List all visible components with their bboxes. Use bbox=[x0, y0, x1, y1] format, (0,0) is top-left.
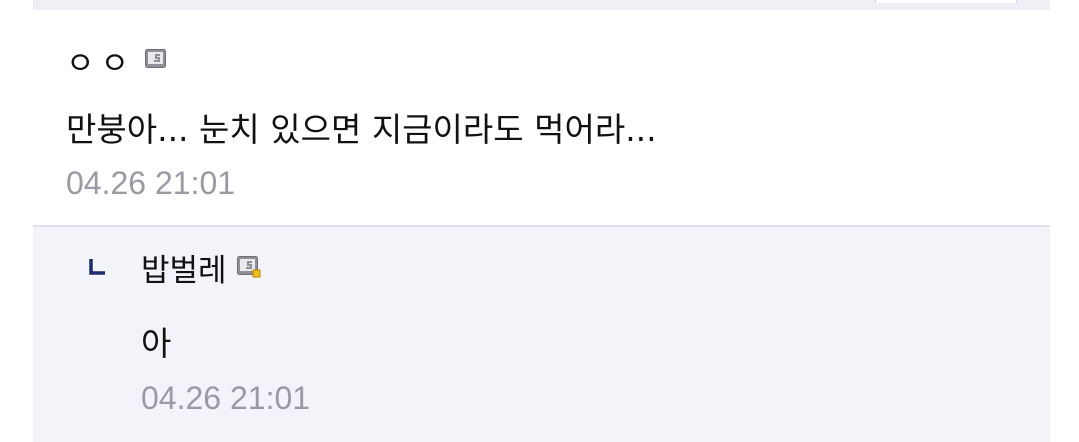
right-margin bbox=[1050, 0, 1079, 442]
reply-author-row[interactable]: 밥벌레 bbox=[141, 249, 261, 293]
comment-nickname[interactable]: ㅇㅇ bbox=[66, 48, 135, 80]
previous-item-partial-box bbox=[875, 0, 1017, 3]
comment-list-frame: ㅇㅇ 만붕아... 눈치 있으면 지금이라도 먹어라... 04.26 21:0… bbox=[0, 0, 1079, 442]
comment-author-row[interactable]: ㅇㅇ bbox=[66, 42, 167, 86]
reply-text: 아 bbox=[141, 324, 172, 363]
comment-item: ㅇㅇ 만붕아... 눈치 있으면 지금이라도 먹어라... 04.26 21:0… bbox=[33, 10, 1050, 225]
reply-nickname[interactable]: 밥벌레 bbox=[141, 255, 227, 287]
left-margin bbox=[0, 0, 33, 442]
comment-timestamp: 04.26 21:01 bbox=[66, 165, 236, 201]
previous-item-strip bbox=[33, 0, 1050, 10]
gallog-fixed-icon[interactable] bbox=[236, 256, 261, 278]
reply-corner-icon bbox=[89, 259, 107, 277]
reply-timestamp: 04.26 21:01 bbox=[141, 380, 311, 416]
comment-list: ㅇㅇ 만붕아... 눈치 있으면 지금이라도 먹어라... 04.26 21:0… bbox=[33, 0, 1050, 442]
gallog-icon[interactable] bbox=[145, 49, 167, 69]
comment-text: 만붕아... 눈치 있으면 지금이라도 먹어라... bbox=[66, 110, 657, 149]
reply-item: 밥벌레 아 04.26 21:01 bbox=[33, 227, 1050, 442]
